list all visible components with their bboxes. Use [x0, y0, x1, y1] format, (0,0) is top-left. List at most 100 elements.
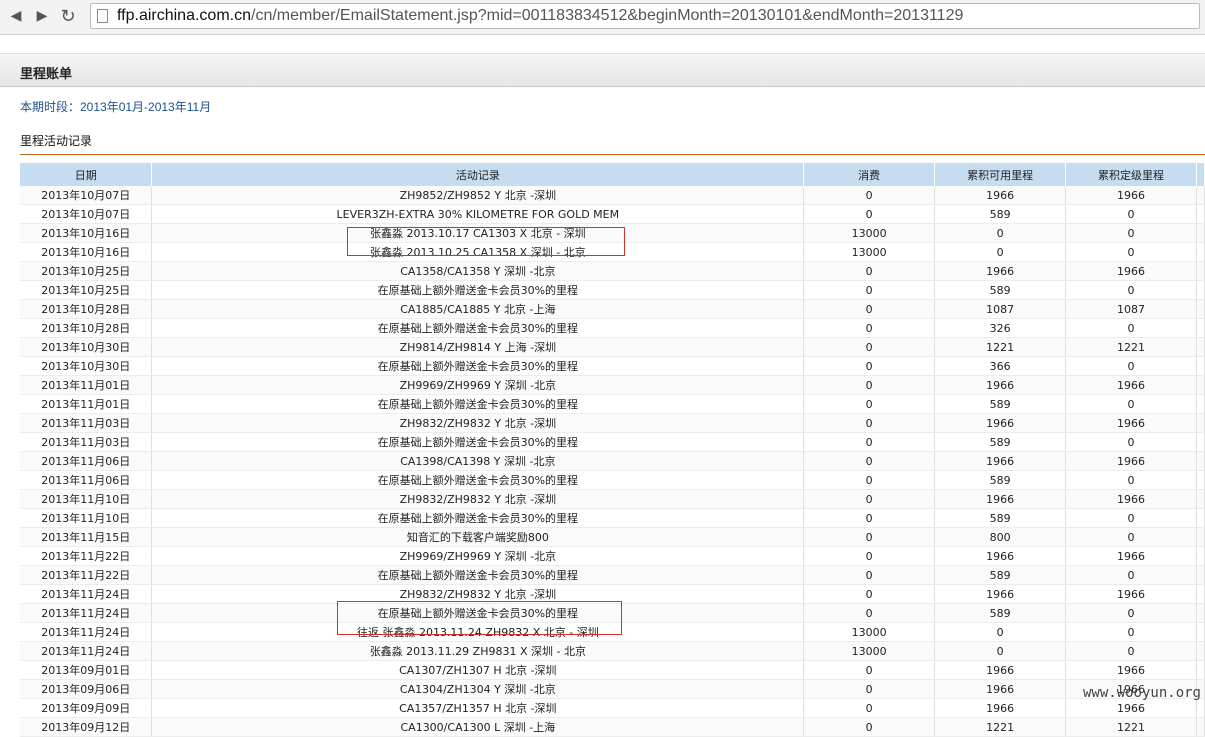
address-bar[interactable]: ffp.airchina.com.cn/cn/member/EmailState…	[90, 3, 1200, 29]
cell-date: 2013年09月09日	[20, 698, 153, 718]
cell-date: 2013年10月07日	[20, 186, 153, 205]
cell-tier-miles: 1221	[1065, 717, 1197, 737]
table-row: 2013年11月01日 在原基础上额外赠送金卡会员30%的里程 0 589 0	[20, 394, 1205, 414]
cell-available-miles: 366	[934, 356, 1067, 376]
cell-tier-miles: 1966	[1065, 489, 1197, 509]
cell-tier-miles: 0	[1065, 204, 1197, 224]
cell-spacer	[1196, 299, 1205, 319]
watermark-text: www.wooyun.org	[1082, 685, 1201, 701]
cell-date: 2013年11月01日	[20, 394, 153, 414]
reload-icon[interactable]: ↻	[58, 6, 78, 27]
cell-tier-miles: 0	[1065, 470, 1197, 490]
cell-available-miles: 589	[934, 394, 1067, 414]
cell-date: 2013年11月10日	[20, 489, 153, 509]
cell-date: 2013年11月24日	[20, 603, 153, 623]
cell-date: 2013年09月06日	[20, 679, 153, 699]
column-header-spend: 消费	[803, 163, 936, 186]
cell-spend: 0	[803, 299, 936, 319]
url-host: ffp.airchina.com.cn	[117, 7, 251, 24]
cell-available-miles: 1966	[934, 451, 1067, 471]
cell-spacer	[1196, 603, 1205, 623]
cell-tier-miles: 1087	[1065, 299, 1197, 319]
cell-available-miles: 1087	[934, 299, 1067, 319]
table-row: 2013年11月03日 ZH9832/ZH9832 Y 北京 -深圳 0 1966 19…	[20, 413, 1205, 433]
cell-activity: 在原基础上额外赠送金卡会员30%的里程	[151, 565, 805, 585]
divider	[20, 154, 1205, 155]
cell-available-miles: 0	[934, 242, 1067, 262]
table-row: 2013年11月10日 在原基础上额外赠送金卡会员30%的里程 0 589 0	[20, 508, 1205, 528]
cell-spacer	[1196, 280, 1205, 300]
cell-spend: 0	[803, 527, 936, 547]
cell-available-miles: 0	[934, 223, 1067, 243]
column-header-spacer	[1196, 163, 1205, 186]
highlight-box-october	[347, 227, 625, 256]
cell-available-miles: 0	[934, 641, 1067, 661]
cell-available-miles: 326	[934, 318, 1067, 338]
forward-arrow-icon[interactable]: ▶	[32, 6, 52, 26]
table-row: 2013年10月28日 CA1885/CA1885 Y 北京 -上海 0 1087 10…	[20, 299, 1205, 319]
cell-spacer	[1196, 565, 1205, 585]
cell-spend: 0	[803, 375, 936, 395]
cell-spacer	[1196, 394, 1205, 414]
cell-spacer	[1196, 546, 1205, 566]
table-header-row: 日期 活动记录 消费 累积可用里程 累积定级里程	[20, 163, 1205, 186]
cell-tier-miles: 1221	[1065, 337, 1197, 357]
cell-spend: 0	[803, 337, 936, 357]
cell-spend: 13000	[803, 622, 936, 642]
cell-spend: 0	[803, 470, 936, 490]
cell-tier-miles: 1966	[1065, 660, 1197, 680]
cell-available-miles: 1966	[934, 261, 1067, 281]
column-header-tier-miles: 累积定级里程	[1065, 163, 1197, 186]
cell-spend: 0	[803, 584, 936, 604]
cell-spend: 0	[803, 356, 936, 376]
back-arrow-icon[interactable]: ◀	[6, 6, 26, 26]
cell-activity: ZH9969/ZH9969 Y 深圳 -北京	[151, 546, 805, 566]
cell-tier-miles: 0	[1065, 622, 1197, 642]
cell-spend: 0	[803, 698, 936, 718]
cell-date: 2013年11月06日	[20, 451, 153, 471]
cell-spend: 0	[803, 261, 936, 281]
table-row: 2013年10月07日 LEVER3ZH-EXTRA 30% KILOMETRE …	[20, 204, 1205, 224]
cell-spend: 0	[803, 432, 936, 452]
highlight-box-november	[337, 601, 622, 635]
cell-spacer	[1196, 223, 1205, 243]
cell-tier-miles: 0	[1065, 242, 1197, 262]
cell-spend: 0	[803, 565, 936, 585]
cell-spend: 0	[803, 660, 936, 680]
cell-tier-miles: 0	[1065, 223, 1197, 243]
cell-tier-miles: 1966	[1065, 261, 1197, 281]
cell-spacer	[1196, 242, 1205, 262]
cell-available-miles: 0	[934, 622, 1067, 642]
cell-date: 2013年10月16日	[20, 223, 153, 243]
cell-spacer	[1196, 470, 1205, 490]
table-row: 2013年11月24日 张鑫淼 2013.11.29 ZH9831 X 深圳 - …	[20, 641, 1205, 661]
cell-spend: 13000	[803, 223, 936, 243]
cell-spacer	[1196, 337, 1205, 357]
period-text: 本期时段：2013年01月-2013年11月	[20, 100, 212, 114]
cell-spacer	[1196, 318, 1205, 338]
cell-available-miles: 1221	[934, 337, 1067, 357]
table-row: 2013年11月10日 ZH9832/ZH9832 Y 北京 -深圳 0 1966 19…	[20, 489, 1205, 509]
cell-available-miles: 800	[934, 527, 1067, 547]
table-row: 2013年09月09日 CA1357/ZH1357 H 北京 -深圳 0 1966 19…	[20, 698, 1205, 718]
cell-spend: 0	[803, 413, 936, 433]
cell-tier-miles: 0	[1065, 603, 1197, 623]
cell-tier-miles: 1966	[1065, 186, 1197, 205]
cell-activity: ZH9814/ZH9814 Y 上海 -深圳	[151, 337, 805, 357]
cell-activity: 在原基础上额外赠送金卡会员30%的里程	[151, 318, 805, 338]
cell-spacer	[1196, 356, 1205, 376]
cell-date: 2013年10月30日	[20, 356, 153, 376]
cell-available-miles: 1966	[934, 489, 1067, 509]
cell-activity: ZH9969/ZH9969 Y 深圳 -北京	[151, 375, 805, 395]
table-row: 2013年11月03日 在原基础上额外赠送金卡会员30%的里程 0 589 0	[20, 432, 1205, 452]
cell-tier-miles: 0	[1065, 394, 1197, 414]
cell-spacer	[1196, 641, 1205, 661]
cell-activity: 在原基础上额外赠送金卡会员30%的里程	[151, 280, 805, 300]
table-row: 2013年11月06日 在原基础上额外赠送金卡会员30%的里程 0 589 0	[20, 470, 1205, 490]
cell-available-miles: 589	[934, 508, 1067, 528]
cell-activity: ZH9832/ZH9832 Y 北京 -深圳	[151, 489, 805, 509]
cell-activity: 张鑫淼 2013.11.29 ZH9831 X 深圳 - 北京	[151, 641, 805, 661]
cell-tier-miles: 1966	[1065, 546, 1197, 566]
cell-activity: CA1357/ZH1357 H 北京 -深圳	[151, 698, 805, 718]
cell-available-miles: 589	[934, 432, 1067, 452]
